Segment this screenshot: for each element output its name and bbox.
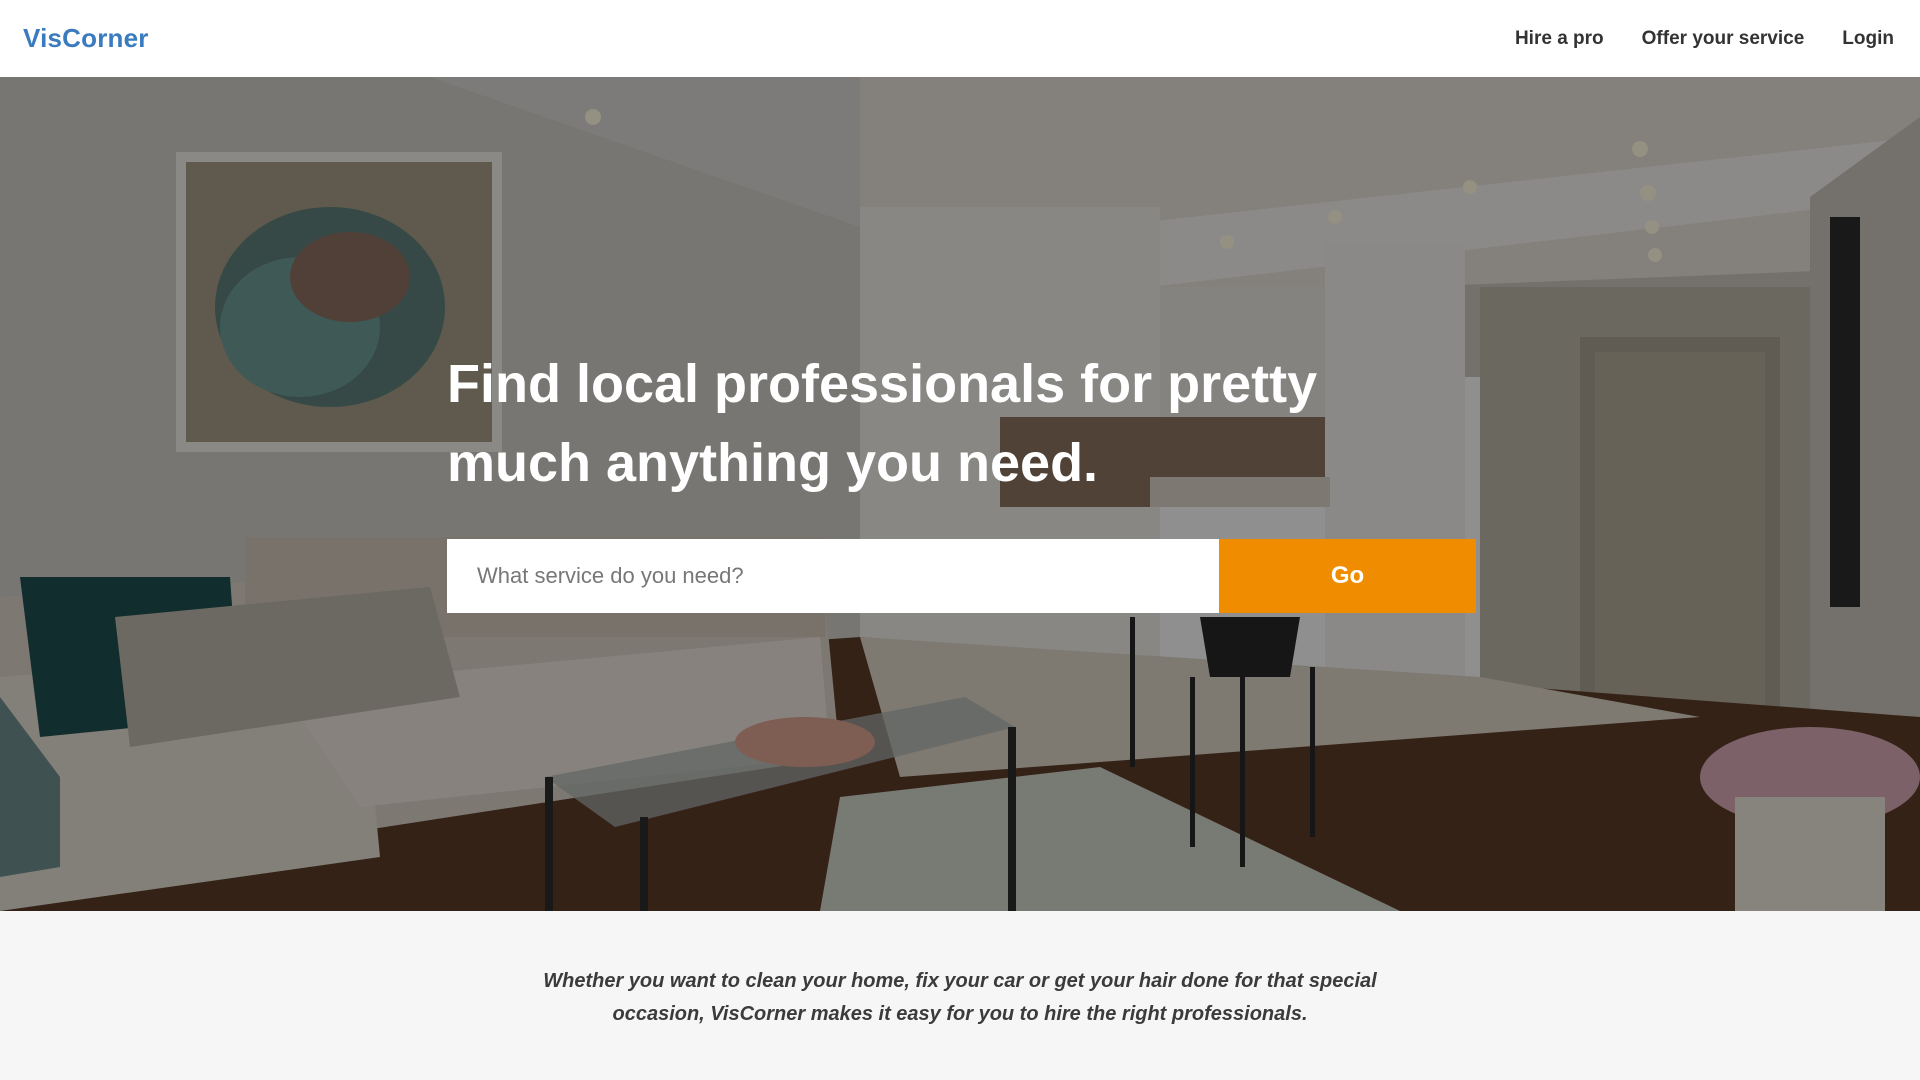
service-search-form: Go [447, 539, 1476, 613]
intro-section: Whether you want to clean your home, fix… [0, 911, 1920, 1080]
intro-text: Whether you want to clean your home, fix… [543, 970, 1377, 1025]
hero-title: Find local professionals for pretty much… [447, 354, 1318, 493]
nav-links: Hire a pro Offer your service Login [1515, 28, 1897, 50]
hero-section: Find local professionals for pretty much… [0, 77, 1920, 911]
hero-content: Find local professionals for pretty much… [447, 345, 1477, 613]
top-navbar: VisCorner Hire a pro Offer your service … [0, 0, 1920, 77]
brand-logo[interactable]: VisCorner [23, 23, 149, 54]
service-search-input[interactable] [447, 539, 1219, 613]
nav-hire-a-pro[interactable]: Hire a pro [1515, 28, 1604, 50]
go-button[interactable]: Go [1219, 539, 1476, 613]
nav-offer-your-service[interactable]: Offer your service [1642, 28, 1805, 50]
nav-login[interactable]: Login [1842, 28, 1894, 50]
